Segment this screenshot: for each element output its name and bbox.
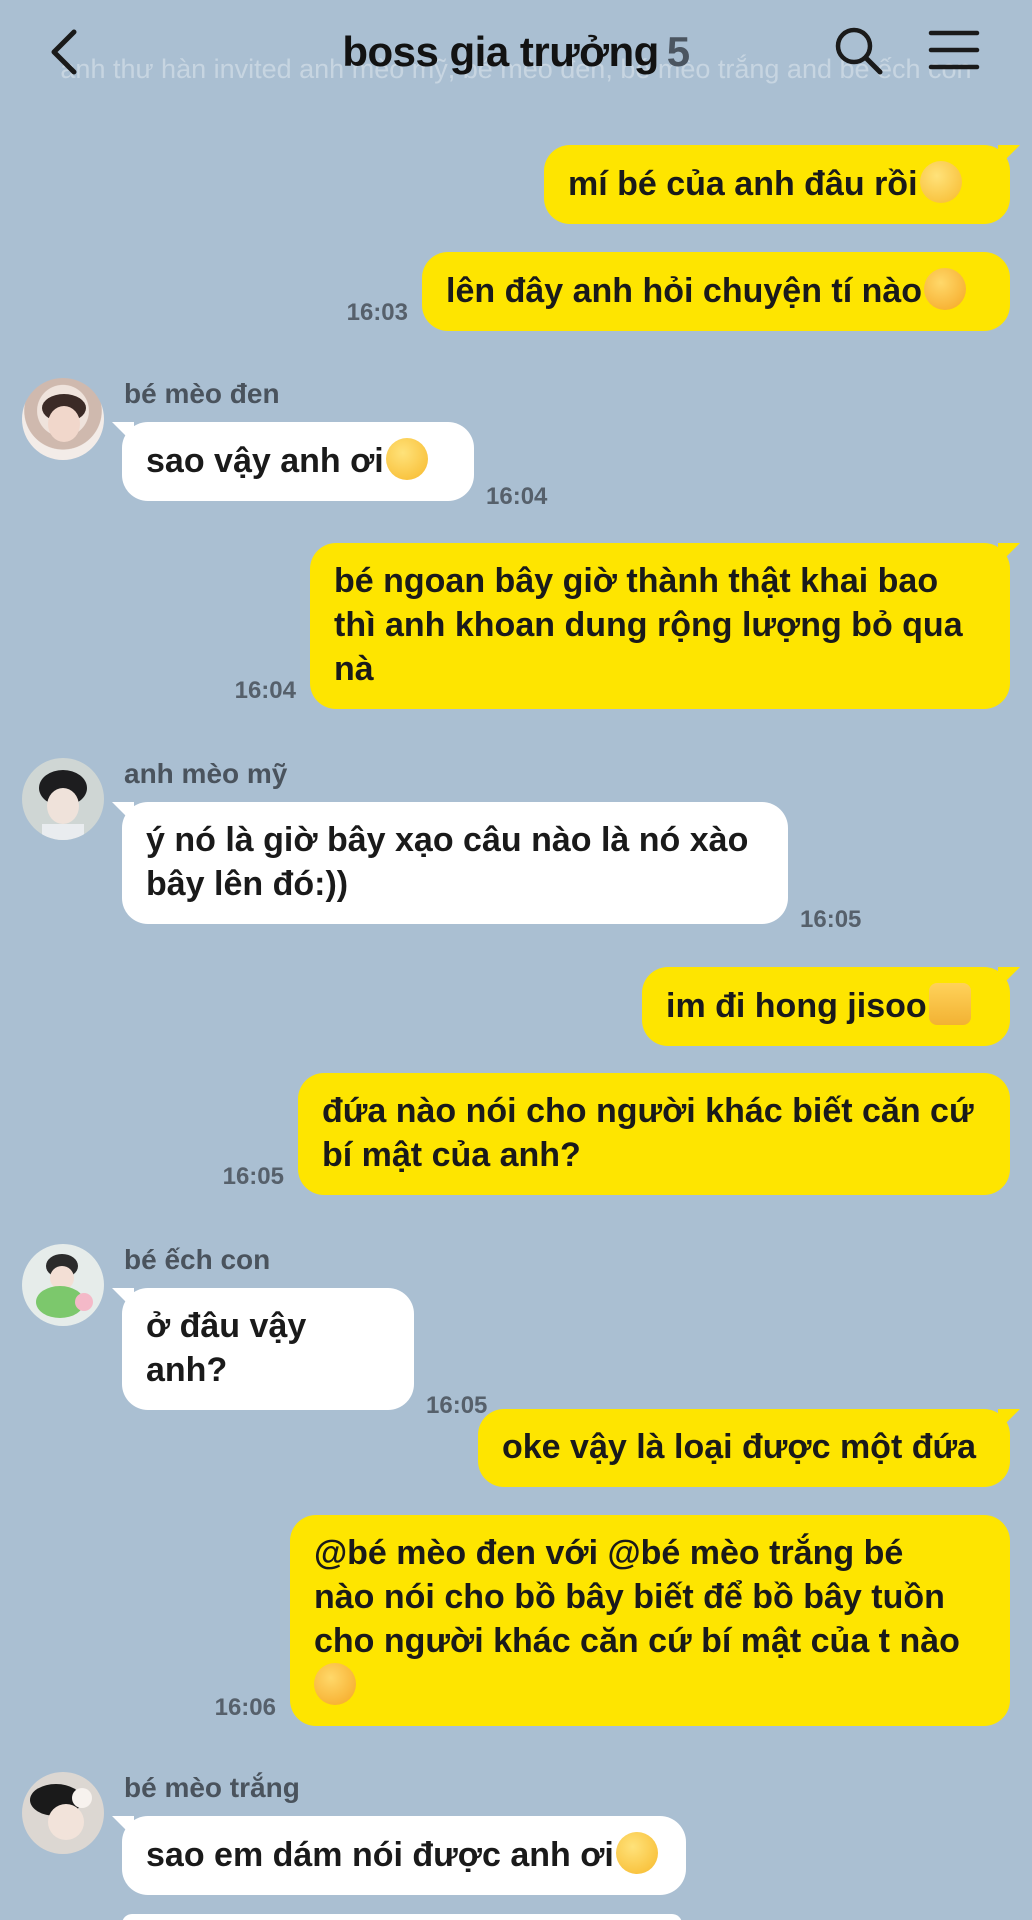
avatar-photo-icon [30,1784,92,1840]
message-text-line: thì anh khoan dung rộng lượng bỏ qua [334,606,963,644]
smiling-face-emoji-icon [919,161,962,203]
chat-title-text: boss gia trưởng [342,28,659,75]
avatar[interactable] [22,758,104,840]
search-icon[interactable] [832,24,884,76]
member-count: 5 [666,28,690,75]
message-bubble-incoming[interactable]: ở đâu vậy anh? [112,1288,414,1410]
message-text-line: bây lên đó:)) [146,865,349,903]
message-bubble-outgoing[interactable]: bé ngoan bây giờ thành thật khai bao thì… [310,543,1020,709]
message-bubble-incoming[interactable]: ý nó là giờ bây xạo câu nào là nó xào bâ… [112,802,788,924]
message-row-outgoing: oke vậy là loại được một đứa [478,1409,1020,1487]
message-text: ở đâu vậy anh? [146,1307,307,1389]
message-bubble-outgoing[interactable]: im đi hong jisoo [642,967,1020,1046]
avatar-photo-icon [36,1254,93,1318]
message-time: 16:04 [234,677,296,704]
message-text-line: bí mật của anh? [322,1136,581,1174]
message-time: 16:03 [346,299,408,326]
message-time: 16:05 [222,1163,284,1190]
message-text-line: nà [334,650,374,688]
smiling-face-with-hearts-emoji-icon [924,268,967,310]
message-row-outgoing: im đi hong jisoo [642,967,1020,1046]
thumbs-up-emoji-icon [928,983,971,1025]
smiling-face-with-hearts-emoji-icon [314,1663,356,1705]
sender-name: bé mèo trắng [124,1772,300,1803]
avatar[interactable] [22,378,104,460]
message-time: 16:05 [800,906,862,933]
message-row-outgoing: mí bé của anh đâu rồi [544,145,1020,224]
message-row-outgoing: 16:05 đứa nào nói cho người khác biết că… [223,1073,1010,1195]
pleading-face-emoji-icon [385,438,428,480]
avatar[interactable] [22,1772,104,1854]
message-text: im đi hong jisoo [666,987,927,1025]
message-bubble-incoming-partial[interactable] [122,1914,682,1920]
smiling-face-with-tear-emoji-icon [615,1832,658,1874]
message-bubble-outgoing[interactable]: oke vậy là loại được một đứa [478,1409,1020,1487]
message-text-line: bé ngoan bây giờ thành thật khai bao [334,562,939,600]
message-text-line: đứa nào nói cho người khác biết căn cứ [322,1092,974,1130]
message-text: lên đây anh hỏi chuyện tí nào [446,272,923,310]
message-bubble-incoming[interactable]: sao em dám nói được anh ơi [112,1816,686,1895]
message-row-outgoing: 16:04 bé ngoan bây giờ thành thật khai b… [234,543,1020,709]
message-text-line [314,1663,984,1708]
message-row-outgoing: 16:03 lên đây anh hỏi chuyện tí nào [347,252,1010,331]
message-bubble-outgoing[interactable]: lên đây anh hỏi chuyện tí nào [422,252,1010,331]
message-line: ý nó là giờ bây xạo câu nào là nó xào bâ… [112,802,861,933]
message-text: sao vậy anh ơi [146,442,384,480]
message-text: mí bé của anh đâu rồi [568,165,918,203]
message-text-line: @bé mèo đen với @bé mèo trắng bé [314,1534,904,1572]
sender-name: bé ếch con [124,1244,271,1275]
message-line: ở đâu vậy anh? 16:05 [112,1288,487,1419]
message-text-line: nào nói cho bồ bây biết để bồ bây tuồn [314,1578,945,1616]
message-line: sao vậy anh ơi 16:04 [112,422,547,510]
avatar-photo-icon [39,770,87,840]
message-bubble-outgoing[interactable]: mí bé của anh đâu rồi [544,145,1020,224]
message-text: sao em dám nói được anh ơi [146,1836,614,1874]
sender-name: anh mèo mỹ [124,758,288,789]
message-time: 16:04 [486,483,548,510]
message-bubble-outgoing[interactable]: đứa nào nói cho người khác biết căn cứ b… [298,1073,1010,1195]
message-text-line: cho người khác căn cứ bí mật của t nào [314,1622,960,1660]
message-time: 16:06 [214,1694,276,1721]
chat-header: anh thư hàn invited anh mèo mỹ, bé mèo đ… [0,0,1032,104]
sender-name: bé mèo đen [124,378,280,409]
avatar-photo-icon [42,394,86,442]
avatar[interactable] [22,1244,104,1326]
message-line: sao em dám nói được anh ơi [112,1816,686,1895]
message-bubble-incoming[interactable]: sao vậy anh ơi [112,422,474,501]
message-bubble-outgoing[interactable]: @bé mèo đen với @bé mèo trắng bé nào nói… [290,1515,1010,1726]
hamburger-menu-icon[interactable] [928,28,980,72]
message-text: oke vậy là loại được một đứa [502,1428,977,1466]
message-text-line: ý nó là giờ bây xạo câu nào là nó xào [146,821,749,859]
message-row-outgoing: 16:06 @bé mèo đen với @bé mèo trắng bé n… [215,1515,1010,1726]
